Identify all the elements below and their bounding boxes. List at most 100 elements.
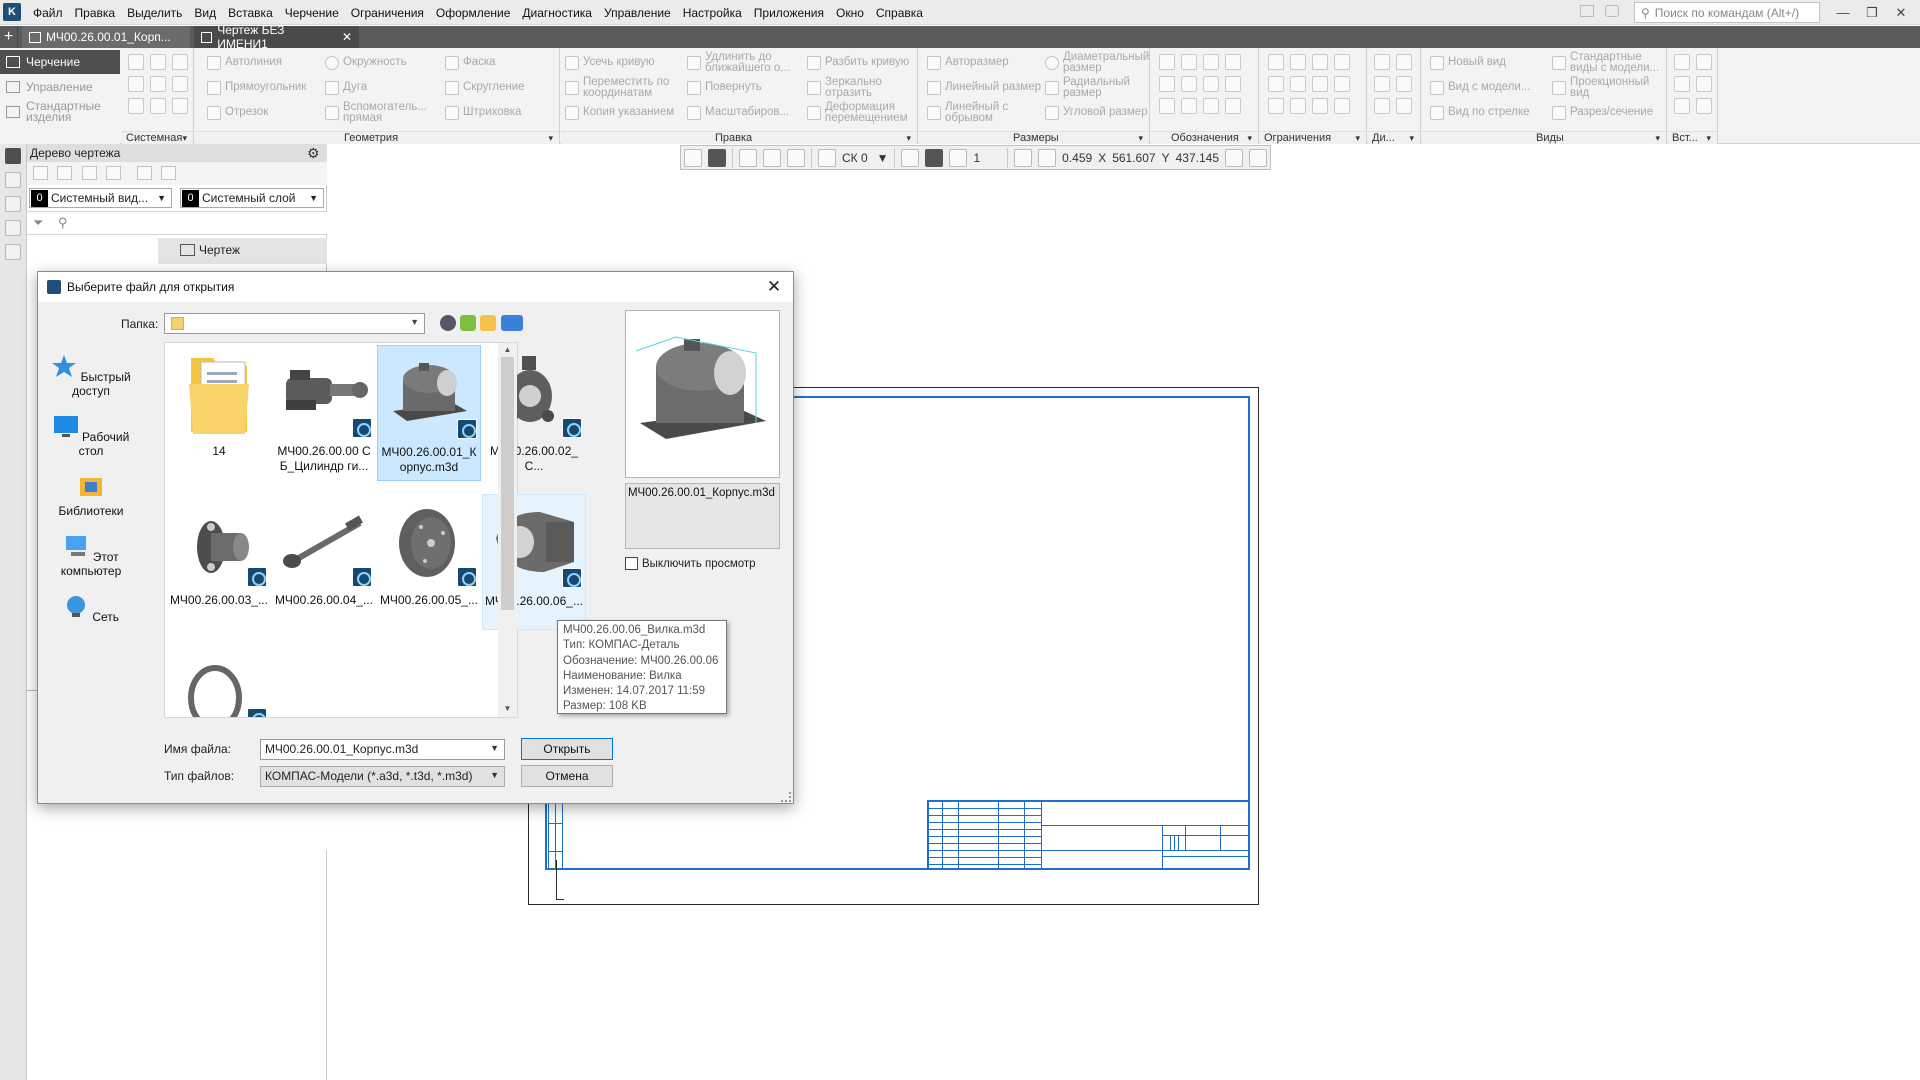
tolerance-icon[interactable] xyxy=(1181,76,1197,92)
tool-hatch[interactable]: Штриховка xyxy=(445,100,521,125)
tool-section[interactable]: Разрез/сечение xyxy=(1552,100,1653,125)
tree-root-node[interactable]: Чертеж xyxy=(180,243,240,257)
tree-tool-icon[interactable] xyxy=(137,166,152,180)
position-icon[interactable] xyxy=(1225,54,1241,70)
area-icon[interactable] xyxy=(1396,76,1412,92)
properties-panel-icon[interactable] xyxy=(5,172,21,188)
command-search-input[interactable]: ⚲ Поиск по командам (Alt+/) xyxy=(1634,2,1820,23)
zoom-icon[interactable] xyxy=(1038,148,1057,167)
file-name-input[interactable]: МЧ00.26.00.01_Корпус.m3d ▼ xyxy=(260,739,505,760)
menu-apps[interactable]: Приложения xyxy=(748,6,830,20)
menu-view[interactable]: Вид xyxy=(188,6,222,20)
tool-view-from-model[interactable]: Вид с модели... xyxy=(1430,75,1530,100)
tool-linear-break-dim[interactable]: Линейный с обрывом xyxy=(927,100,1042,125)
menu-diagnostics[interactable]: Диагностика xyxy=(516,6,598,20)
eyedropper-icon[interactable] xyxy=(1249,148,1267,167)
tool-standard-views[interactable]: Стандартные виды с модели... xyxy=(1552,50,1667,75)
close-icon[interactable]: ✕ xyxy=(763,276,785,298)
current-layer-select[interactable]: 0 Системный слой ▼ xyxy=(180,188,324,208)
scroll-up-icon[interactable]: ▲ xyxy=(501,345,514,357)
file-tile[interactable]: МЧ00.26.00.03_... xyxy=(167,494,271,630)
properties-icon[interactable] xyxy=(172,98,188,114)
file-type-select[interactable]: КОМПАС-Модели (*.a3d, *.t3d, *.m3d) ▼ xyxy=(260,766,505,787)
tool-split[interactable]: Разбить кривую xyxy=(807,50,917,75)
drawing-tree-icon[interactable] xyxy=(5,148,21,164)
tool-mirror[interactable]: Зеркально отразить xyxy=(807,75,917,100)
length-icon[interactable] xyxy=(1374,98,1390,114)
layers-panel-icon[interactable] xyxy=(5,196,21,212)
tool-angular-dim[interactable]: Угловой размер xyxy=(1045,100,1150,125)
insert-view-icon[interactable] xyxy=(1696,54,1712,70)
insert-fragment-icon[interactable] xyxy=(1674,54,1690,70)
magnet-icon[interactable] xyxy=(708,148,726,167)
pin-icon[interactable] xyxy=(1225,148,1243,167)
group-label[interactable]: Виды ▾ xyxy=(1422,131,1666,144)
insert-object-icon[interactable] xyxy=(1696,76,1712,92)
pencil-icon[interactable] xyxy=(763,148,781,167)
place-quick-access[interactable]: Быстрый доступ xyxy=(47,354,135,398)
symmetric-icon[interactable] xyxy=(1312,98,1328,114)
table-icon[interactable] xyxy=(1159,98,1175,114)
tool-autodim[interactable]: Авторазмер xyxy=(927,50,1009,75)
measure-icon[interactable] xyxy=(1374,54,1390,70)
insert-macro-icon[interactable] xyxy=(1674,98,1690,114)
group-label[interactable]: Геометрия ▾ xyxy=(195,131,559,144)
tool-move[interactable]: Переместить по координатам xyxy=(565,75,685,100)
tool-segment[interactable]: Отрезок xyxy=(207,100,268,125)
collinear-icon[interactable] xyxy=(1312,54,1328,70)
zoom-window-icon[interactable] xyxy=(1014,148,1033,167)
x-coordinate[interactable]: 561.607 xyxy=(1112,151,1155,165)
tool-fillet[interactable]: Скругление xyxy=(445,75,525,100)
view-arrow-icon[interactable] xyxy=(1203,76,1219,92)
tool-scale[interactable]: Масштабиров... xyxy=(687,100,789,125)
open-button[interactable]: Открыть xyxy=(521,738,613,760)
tool-chamfer[interactable]: Фаска xyxy=(445,50,496,75)
center-icon[interactable] xyxy=(1225,98,1241,114)
tree-tool-icon[interactable] xyxy=(82,166,97,180)
view-menu-icon[interactable] xyxy=(501,315,523,331)
place-desktop[interactable]: Рабочий стол xyxy=(47,414,135,458)
perpendicular-icon[interactable] xyxy=(1290,54,1306,70)
menu-drawing[interactable]: Черчение xyxy=(279,6,345,20)
tab-korpus[interactable]: МЧ00.26.00.01_Корп... xyxy=(22,26,190,48)
lightning-icon[interactable] xyxy=(1203,98,1219,114)
undo-icon[interactable] xyxy=(128,98,144,114)
concentric-icon[interactable] xyxy=(1334,76,1350,92)
tool-rectangle[interactable]: Прямоугольник xyxy=(207,75,306,100)
up-folder-icon[interactable] xyxy=(460,315,476,331)
resize-grip-icon[interactable] xyxy=(781,792,791,802)
paste-icon[interactable] xyxy=(172,76,188,92)
text-icon[interactable] xyxy=(1159,76,1175,92)
new-tab-plus-icon[interactable]: + xyxy=(0,26,18,48)
menu-file[interactable]: Файл xyxy=(27,6,69,20)
tab-close-icon[interactable]: ✕ xyxy=(342,30,352,44)
menu-format[interactable]: Оформление xyxy=(430,6,516,20)
parallel-icon[interactable] xyxy=(1268,54,1284,70)
file-tile[interactable]: МЧ00.26.00.04_... xyxy=(272,494,376,630)
print-icon[interactable] xyxy=(128,76,144,92)
filter-icon[interactable]: ⏷ xyxy=(33,215,43,231)
variables-panel-icon[interactable] xyxy=(5,220,21,236)
tab-drawing[interactable]: Чертеж БЕЗ ИМЕНИ1 ✕ xyxy=(194,23,359,51)
mode-standard-parts[interactable]: Стандартные изделия xyxy=(0,100,120,124)
file-tile-folder[interactable]: 14 xyxy=(167,345,271,481)
menu-constraints[interactable]: Ограничения xyxy=(345,6,430,20)
group-label[interactable]: Размеры ▾ xyxy=(919,131,1149,144)
group-label[interactable]: Системная ▾ xyxy=(122,131,193,144)
cut-line-icon[interactable] xyxy=(1225,76,1241,92)
angle-icon[interactable] xyxy=(1374,76,1390,92)
tree-tool-icon[interactable] xyxy=(33,166,48,180)
mode-manage[interactable]: Управление xyxy=(0,75,120,99)
group-label[interactable]: Правка ▾ xyxy=(561,131,917,144)
folder-select[interactable]: ▼ xyxy=(164,313,425,334)
menu-settings[interactable]: Настройка xyxy=(677,6,748,20)
current-view-select[interactable]: 0 Системный вид... ▼ xyxy=(29,188,172,208)
tool-new-view[interactable]: Новый вид xyxy=(1430,50,1506,75)
horizontal-icon[interactable] xyxy=(1268,76,1284,92)
mode-drawing[interactable]: Черчение xyxy=(0,50,120,74)
menu-manage[interactable]: Управление xyxy=(598,6,677,20)
minimize-icon[interactable]: — xyxy=(1829,3,1857,22)
open-icon[interactable] xyxy=(150,54,166,70)
camera-icon[interactable] xyxy=(1605,5,1619,17)
coincide-icon[interactable] xyxy=(1268,98,1284,114)
